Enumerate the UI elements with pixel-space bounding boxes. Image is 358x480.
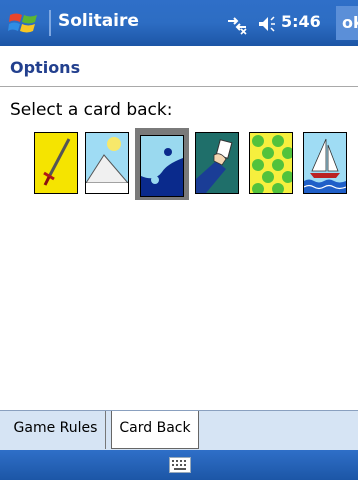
title-bar: Solitaire 5:46 ok <box>0 0 358 46</box>
select-card-back-label: Select a card back: <box>10 100 173 120</box>
card-back-sword[interactable] <box>34 132 78 194</box>
card-back-sailboat[interactable] <box>303 132 347 194</box>
volume-icon[interactable] <box>257 14 277 34</box>
keyboard-icon[interactable] <box>169 457 191 473</box>
tab-card-back[interactable]: Card Back <box>111 411 199 449</box>
card-back-magician-hand[interactable] <box>195 132 239 194</box>
ok-button[interactable]: ok <box>336 6 358 40</box>
tab-bar: Game Rules Card Back <box>0 410 358 451</box>
card-back-yin-yang[interactable] <box>140 135 184 197</box>
card-back-clover[interactable] <box>249 132 293 194</box>
app-title: Solitaire <box>58 11 139 31</box>
softkey-bar <box>0 450 358 480</box>
page-title: Options <box>10 58 81 77</box>
title-separator <box>49 10 51 36</box>
tab-game-rules[interactable]: Game Rules <box>6 411 106 449</box>
connectivity-icon[interactable] <box>225 13 249 35</box>
clock[interactable]: 5:46 <box>281 12 321 31</box>
card-back-mountain-sun[interactable] <box>85 132 129 194</box>
windows-start-icon[interactable] <box>8 9 40 37</box>
options-header: Options <box>0 46 358 87</box>
